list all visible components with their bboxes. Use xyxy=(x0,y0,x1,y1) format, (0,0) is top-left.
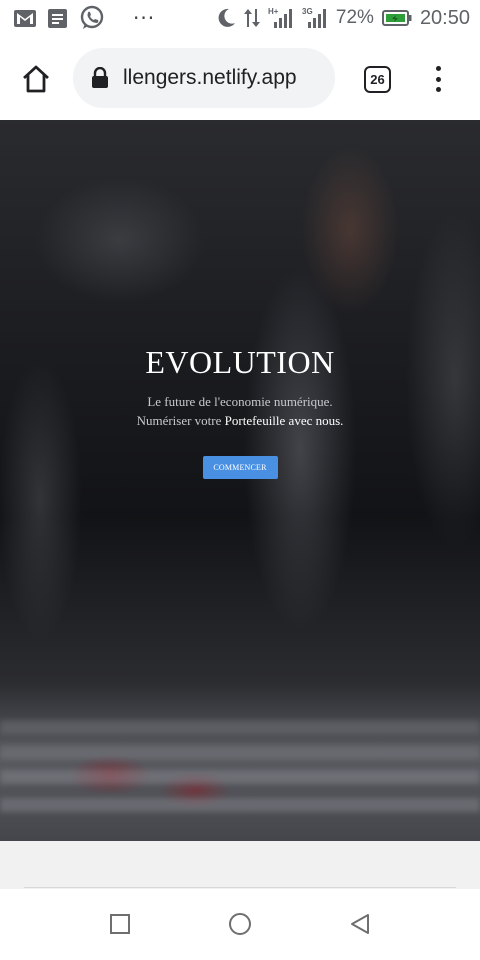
network-type-label: 3G xyxy=(302,7,313,16)
document-icon xyxy=(48,8,67,28)
home-icon xyxy=(23,65,49,93)
hero-title: EVOLUTION xyxy=(145,344,335,380)
recents-icon xyxy=(110,914,130,934)
home-nav-button[interactable] xyxy=(227,911,253,937)
tab-count: 26 xyxy=(370,72,385,87)
system-nav-bar xyxy=(0,889,480,960)
battery-percent: 72% xyxy=(335,7,374,28)
home-circle-icon xyxy=(229,913,251,935)
address-bar[interactable]: llengers.netlify.app xyxy=(73,48,335,108)
gmail-icon xyxy=(14,9,36,27)
back-button[interactable] xyxy=(347,911,373,937)
hero-section: EVOLUTION Le future de l'economie numéri… xyxy=(0,120,480,841)
hero-subtitle: Numériser votre Portefeuille avec nous. xyxy=(0,412,480,431)
menu-icon[interactable] xyxy=(428,64,448,94)
divider xyxy=(24,887,456,888)
more-notifications-icon: ··· xyxy=(133,6,156,30)
whatsapp-icon xyxy=(79,5,105,31)
next-section xyxy=(0,841,480,889)
clock: 20:50 xyxy=(419,6,470,29)
recents-button[interactable] xyxy=(107,911,133,937)
data-arrows-icon xyxy=(243,7,260,29)
hero-subtitle-highlight: Portefeuille avec nous. xyxy=(224,412,344,428)
hero-content: EVOLUTION Le future de l'economie numéri… xyxy=(0,346,480,479)
home-button[interactable] xyxy=(18,62,54,96)
tab-switcher-button[interactable]: 26 xyxy=(364,66,391,93)
svg-text:H+: H+ xyxy=(268,7,279,16)
signal-icon: H+ xyxy=(268,6,294,30)
back-icon xyxy=(351,914,369,934)
lock-icon xyxy=(92,67,108,88)
moon-icon xyxy=(216,8,236,28)
signal-3g-icon: 3G xyxy=(302,6,328,30)
hero-subtitle-prefix: Numériser votre xyxy=(136,412,225,428)
hero-tagline: Le future de l'economie numérique. xyxy=(147,394,333,409)
battery-icon xyxy=(381,10,412,26)
status-bar: ··· H+ 3G 72% 20:50 xyxy=(0,0,480,36)
url-text: llengers.netlify.app xyxy=(123,66,297,89)
browser-toolbar: llengers.netlify.app 26 xyxy=(0,36,480,120)
start-button[interactable]: COMMENCER xyxy=(202,455,278,479)
